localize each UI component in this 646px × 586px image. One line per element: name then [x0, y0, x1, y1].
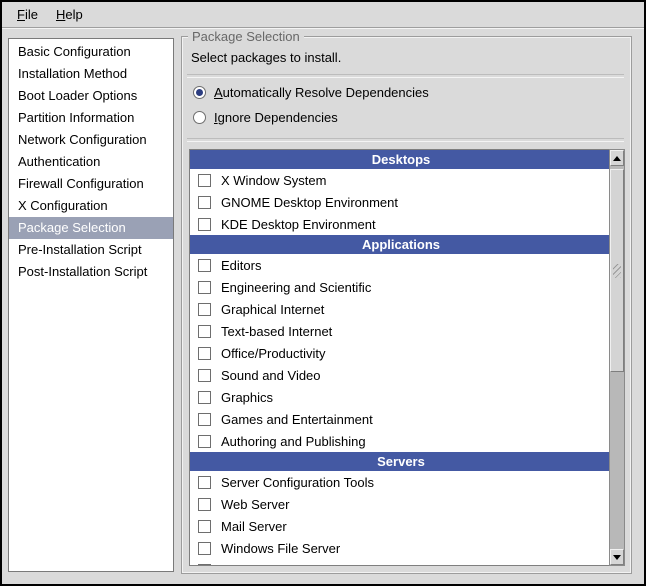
package-item-x-window-system[interactable]: X Window System	[190, 169, 612, 191]
scrollbar-up-button[interactable]	[610, 150, 624, 166]
checkbox-icon[interactable]	[198, 259, 211, 272]
package-group-header-servers: Servers	[190, 452, 612, 471]
up-arrow-icon	[613, 156, 621, 161]
kickstart-configurator-window: FileHelp Basic ConfigurationInstallation…	[0, 0, 646, 586]
checkbox-icon[interactable]	[198, 391, 211, 404]
package-item-games-and-entertainment[interactable]: Games and Entertainment	[190, 408, 612, 430]
sidebar-item-authentication[interactable]: Authentication	[9, 151, 173, 173]
package-item-label: Mail Server	[221, 519, 287, 534]
scrollbar-thumb[interactable]	[610, 169, 624, 372]
package-item-office-productivity[interactable]: Office/Productivity	[190, 342, 612, 364]
sidebar-item-firewall-configuration[interactable]: Firewall Configuration	[9, 173, 173, 195]
package-item-label: Graphics	[221, 390, 273, 405]
package-item-label: Authoring and Publishing	[221, 434, 366, 449]
vertical-scrollbar[interactable]	[609, 149, 625, 566]
package-item-label: KDE Desktop Environment	[221, 217, 376, 232]
checkbox-icon[interactable]	[198, 435, 211, 448]
package-item-label: GNOME Desktop Environment	[221, 195, 398, 210]
sidebar-item-installation-method[interactable]: Installation Method	[9, 63, 173, 85]
sidebar-item-x-configuration[interactable]: X Configuration	[9, 195, 173, 217]
menu-file[interactable]: File	[8, 4, 47, 25]
scrollbar-grip-icon	[613, 264, 621, 278]
checkbox-icon[interactable]	[198, 542, 211, 555]
package-item-gnome-desktop-environment[interactable]: GNOME Desktop Environment	[190, 191, 612, 213]
package-selection-frame: Package Selection Select packages to ins…	[181, 36, 632, 574]
package-item-partial[interactable]	[190, 559, 612, 566]
package-item-text-based-internet[interactable]: Text-based Internet	[190, 320, 612, 342]
package-item-label: Windows File Server	[221, 541, 340, 556]
checkbox-icon[interactable]	[198, 218, 211, 231]
radio-ignore-dependencies[interactable]: Ignore Dependencies	[193, 107, 338, 127]
sidebar-item-network-configuration[interactable]: Network Configuration	[9, 129, 173, 151]
package-item-label: Server Configuration Tools	[221, 475, 374, 490]
radio-label: Ignore Dependencies	[214, 110, 338, 125]
down-arrow-icon	[613, 555, 621, 560]
radio-automatically-resolve-dependencies[interactable]: Automatically Resolve Dependencies	[193, 82, 429, 102]
package-item-label: Sound and Video	[221, 368, 321, 383]
package-item-editors[interactable]: Editors	[190, 254, 612, 276]
sidebar-item-basic-configuration[interactable]: Basic Configuration	[9, 41, 173, 63]
panel-description: Select packages to install.	[191, 50, 341, 65]
package-item-server-configuration-tools[interactable]: Server Configuration Tools	[190, 471, 612, 493]
checkbox-icon[interactable]	[198, 476, 211, 489]
sidebar-nav: Basic ConfigurationInstallation MethodBo…	[8, 38, 174, 572]
sidebar-item-pre-installation-script[interactable]: Pre-Installation Script	[9, 239, 173, 261]
separator	[187, 74, 624, 78]
package-item-label: Engineering and Scientific	[221, 280, 371, 295]
sidebar-item-boot-loader-options[interactable]: Boot Loader Options	[9, 85, 173, 107]
package-list: Desktops X Window System GNOME Desktop Env…	[189, 149, 613, 566]
checkbox-icon[interactable]	[198, 174, 211, 187]
package-item-kde-desktop-environment[interactable]: KDE Desktop Environment	[190, 213, 612, 235]
package-item-label: Games and Entertainment	[221, 412, 373, 427]
menu-bar: FileHelp	[2, 2, 644, 28]
package-item-label: X Window System	[221, 173, 326, 188]
checkbox-icon[interactable]	[198, 520, 211, 533]
checkbox-icon[interactable]	[198, 347, 211, 360]
package-group-header-desktops: Desktops	[190, 150, 612, 169]
checkbox-icon[interactable]	[198, 413, 211, 426]
package-item-sound-and-video[interactable]: Sound and Video	[190, 364, 612, 386]
radio-label: Automatically Resolve Dependencies	[214, 85, 429, 100]
sidebar-item-partition-information[interactable]: Partition Information	[9, 107, 173, 129]
package-item-mail-server[interactable]: Mail Server	[190, 515, 612, 537]
scrollbar-down-button[interactable]	[610, 549, 624, 565]
package-item-label: Office/Productivity	[221, 346, 326, 361]
package-group-header-applications: Applications	[190, 235, 612, 254]
checkbox-icon[interactable]	[198, 369, 211, 382]
separator	[187, 138, 624, 142]
radio-button-icon[interactable]	[193, 111, 206, 124]
radio-button-icon[interactable]	[193, 86, 206, 99]
package-item-label: Web Server	[221, 497, 289, 512]
checkbox-icon[interactable]	[198, 564, 211, 567]
package-item-label: Text-based Internet	[221, 324, 332, 339]
package-item-graphical-internet[interactable]: Graphical Internet	[190, 298, 612, 320]
checkbox-icon[interactable]	[198, 281, 211, 294]
package-item-engineering-and-scientific[interactable]: Engineering and Scientific	[190, 276, 612, 298]
package-item-web-server[interactable]: Web Server	[190, 493, 612, 515]
checkbox-icon[interactable]	[198, 303, 211, 316]
sidebar-item-package-selection[interactable]: Package Selection	[9, 217, 173, 239]
frame-legend: Package Selection	[188, 29, 304, 44]
checkbox-icon[interactable]	[198, 498, 211, 511]
sidebar-item-post-installation-script[interactable]: Post-Installation Script	[9, 261, 173, 283]
package-item-authoring-and-publishing[interactable]: Authoring and Publishing	[190, 430, 612, 452]
package-item-graphics[interactable]: Graphics	[190, 386, 612, 408]
menu-help[interactable]: Help	[47, 4, 92, 25]
checkbox-icon[interactable]	[198, 325, 211, 338]
package-item-label: Graphical Internet	[221, 302, 324, 317]
package-item-label: Editors	[221, 258, 261, 273]
checkbox-icon[interactable]	[198, 196, 211, 209]
package-item-windows-file-server[interactable]: Windows File Server	[190, 537, 612, 559]
